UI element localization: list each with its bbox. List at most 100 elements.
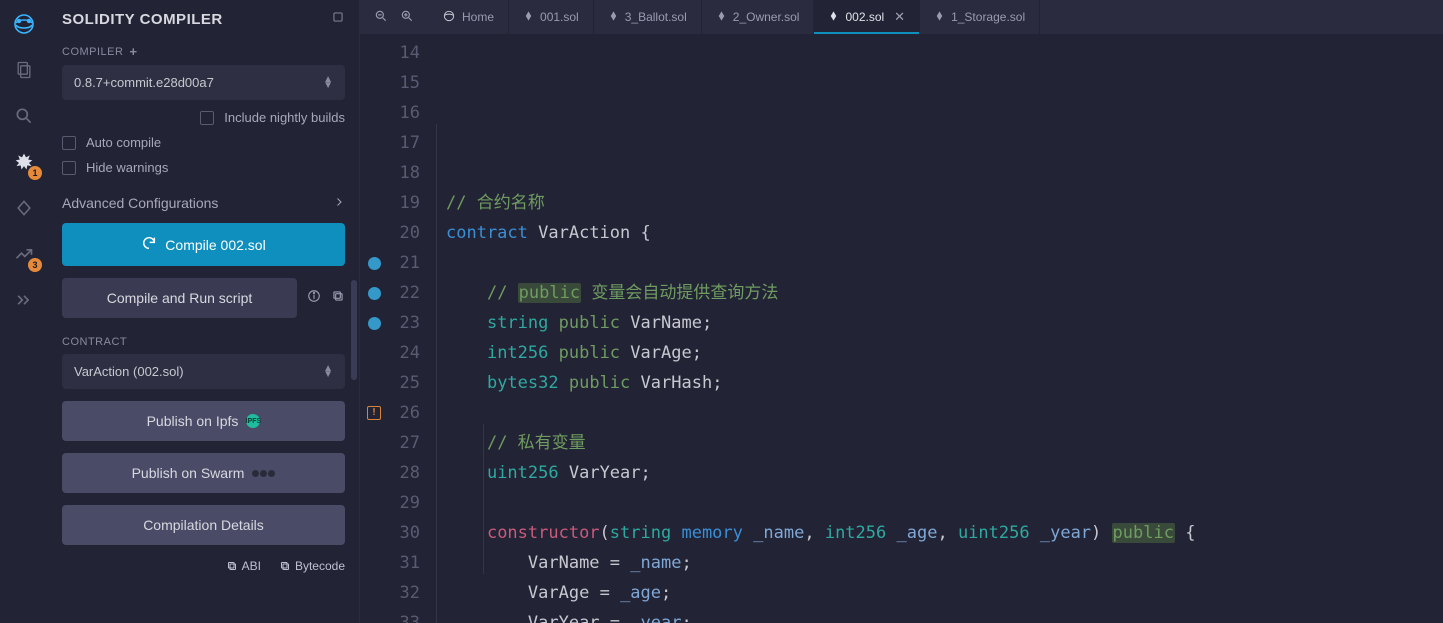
editor-region: Home 001.sol3_Ballot.sol2_Owner.sol002.s… bbox=[360, 0, 1443, 623]
copy-abi-button[interactable]: ABI bbox=[226, 559, 261, 573]
warning-icon[interactable]: ! bbox=[367, 406, 381, 420]
compile-button[interactable]: Compile 002.sol bbox=[62, 223, 345, 266]
line-number: 30 bbox=[388, 518, 420, 548]
compile-run-label: Compile and Run script bbox=[107, 290, 253, 306]
code-line[interactable]: int256 public VarAge; bbox=[446, 338, 1431, 368]
file-explorer-icon[interactable] bbox=[8, 54, 40, 86]
chevron-updown-icon: ▲▼ bbox=[323, 366, 333, 378]
tab-home[interactable]: Home bbox=[428, 0, 509, 34]
analysis-badge: 3 bbox=[28, 258, 42, 272]
remix-logo-icon[interactable] bbox=[8, 8, 40, 40]
line-number: 21 bbox=[388, 248, 420, 278]
code-line[interactable] bbox=[446, 158, 1431, 188]
compiler-icon[interactable]: 1 bbox=[8, 146, 40, 178]
refresh-icon bbox=[141, 235, 157, 254]
compiler-badge: 1 bbox=[28, 166, 42, 180]
panel-footer-links: ABI Bytecode bbox=[62, 559, 345, 573]
hide-warnings-checkbox[interactable] bbox=[62, 161, 76, 175]
hide-warnings-label: Hide warnings bbox=[86, 160, 168, 175]
zoom-in-icon[interactable] bbox=[400, 9, 414, 26]
code-line[interactable]: string public VarName; bbox=[446, 308, 1431, 338]
code-line[interactable]: VarName = _name; bbox=[446, 548, 1431, 578]
debugger-icon[interactable] bbox=[8, 284, 40, 316]
tab-file[interactable]: 2_Owner.sol bbox=[702, 0, 815, 34]
solidity-file-icon bbox=[828, 9, 839, 26]
code-line[interactable] bbox=[446, 398, 1431, 428]
include-nightly-checkbox[interactable] bbox=[200, 111, 214, 125]
pin-panel-icon[interactable] bbox=[331, 10, 345, 28]
swarm-icon bbox=[252, 470, 275, 477]
code-line[interactable]: bytes32 public VarHash; bbox=[446, 368, 1431, 398]
line-number: 27 bbox=[388, 428, 420, 458]
copy-bytecode-button[interactable]: Bytecode bbox=[279, 559, 345, 573]
tab-label: 1_Storage.sol bbox=[951, 10, 1025, 24]
code-line[interactable]: VarYear = _year; bbox=[446, 608, 1431, 623]
compilation-details-button[interactable]: Compilation Details bbox=[62, 505, 345, 545]
copy-icon[interactable] bbox=[331, 289, 345, 308]
tab-file[interactable]: 001.sol bbox=[509, 0, 594, 34]
code-line[interactable]: constructor(string memory _name, int256 … bbox=[446, 518, 1431, 548]
code-line[interactable]: // 合约名称 bbox=[446, 188, 1431, 218]
search-icon[interactable] bbox=[8, 100, 40, 132]
tab-file[interactable]: 002.sol ✕ bbox=[814, 0, 920, 34]
publish-swarm-label: Publish on Swarm bbox=[132, 465, 245, 481]
chevron-updown-icon: ▲▼ bbox=[323, 77, 333, 89]
add-compiler-icon[interactable]: + bbox=[129, 44, 137, 59]
code-line[interactable]: VarAge = _age; bbox=[446, 578, 1431, 608]
tab-file[interactable]: 3_Ballot.sol bbox=[594, 0, 702, 34]
line-number: 16 bbox=[388, 98, 420, 128]
tab-label: 3_Ballot.sol bbox=[625, 10, 687, 24]
line-number: 32 bbox=[388, 578, 420, 608]
code-line[interactable]: contract VarAction { bbox=[446, 218, 1431, 248]
breakpoint-icon[interactable] bbox=[368, 317, 381, 330]
solidity-file-icon bbox=[608, 9, 619, 26]
advanced-label: Advanced Configurations bbox=[62, 195, 218, 211]
publish-ipfs-label: Publish on Ipfs bbox=[147, 413, 239, 429]
breakpoint-icon[interactable] bbox=[368, 287, 381, 300]
close-tab-icon[interactable]: ✕ bbox=[894, 9, 905, 25]
include-nightly-label: Include nightly builds bbox=[224, 110, 345, 125]
compiler-section-label: COMPILER + bbox=[62, 44, 345, 59]
auto-compile-row: Auto compile bbox=[62, 135, 345, 150]
breakpoint-icon[interactable] bbox=[368, 257, 381, 270]
line-number: 31 bbox=[388, 548, 420, 578]
compilation-details-label: Compilation Details bbox=[143, 517, 264, 533]
tab-home-label: Home bbox=[462, 10, 494, 24]
chevron-right-icon bbox=[333, 195, 345, 211]
tab-label: 002.sol bbox=[845, 10, 884, 24]
compile-run-button[interactable]: Compile and Run script bbox=[62, 278, 297, 318]
ipfs-icon: IPFS bbox=[246, 414, 260, 428]
code-lines[interactable]: // 合约名称contract VarAction { // public 变量… bbox=[436, 34, 1431, 623]
line-number: 17 bbox=[388, 128, 420, 158]
zoom-out-icon[interactable] bbox=[374, 9, 388, 26]
compiler-version-select[interactable]: 0.8.7+commit.e28d00a7 ▲▼ bbox=[62, 65, 345, 100]
info-icon[interactable] bbox=[307, 289, 321, 308]
panel-scrollbar[interactable] bbox=[351, 280, 357, 380]
panel-header: SOLIDITY COMPILER bbox=[62, 10, 345, 28]
deploy-icon[interactable] bbox=[8, 192, 40, 224]
tab-file[interactable]: 1_Storage.sol bbox=[920, 0, 1040, 34]
solidity-file-icon bbox=[523, 9, 534, 26]
code-line[interactable] bbox=[446, 248, 1431, 278]
code-editor[interactable]: ! 14151617181920212223242526272829303132… bbox=[360, 34, 1443, 623]
tab-label: 001.sol bbox=[540, 10, 579, 24]
publish-ipfs-button[interactable]: Publish on Ipfs IPFS bbox=[62, 401, 345, 441]
code-line[interactable]: // public 变量会自动提供查询方法 bbox=[446, 278, 1431, 308]
publish-swarm-button[interactable]: Publish on Swarm bbox=[62, 453, 345, 493]
line-number: 14 bbox=[388, 38, 420, 68]
code-line[interactable] bbox=[446, 488, 1431, 518]
auto-compile-label: Auto compile bbox=[86, 135, 161, 150]
compiler-version-value: 0.8.7+commit.e28d00a7 bbox=[74, 75, 214, 90]
code-line[interactable]: uint256 VarYear; bbox=[446, 458, 1431, 488]
contract-select[interactable]: VarAction (002.sol) ▲▼ bbox=[62, 354, 345, 389]
contract-section-label: CONTRACT bbox=[62, 336, 345, 348]
analysis-icon[interactable]: 3 bbox=[8, 238, 40, 270]
auto-compile-checkbox[interactable] bbox=[62, 136, 76, 150]
line-number: 28 bbox=[388, 458, 420, 488]
advanced-config-toggle[interactable]: Advanced Configurations bbox=[62, 195, 345, 211]
include-nightly-row: Include nightly builds bbox=[62, 110, 345, 125]
editor-scrollbar[interactable] bbox=[1431, 34, 1443, 623]
line-number: 22 bbox=[388, 278, 420, 308]
line-number: 24 bbox=[388, 338, 420, 368]
code-line[interactable]: // 私有变量 bbox=[446, 428, 1431, 458]
